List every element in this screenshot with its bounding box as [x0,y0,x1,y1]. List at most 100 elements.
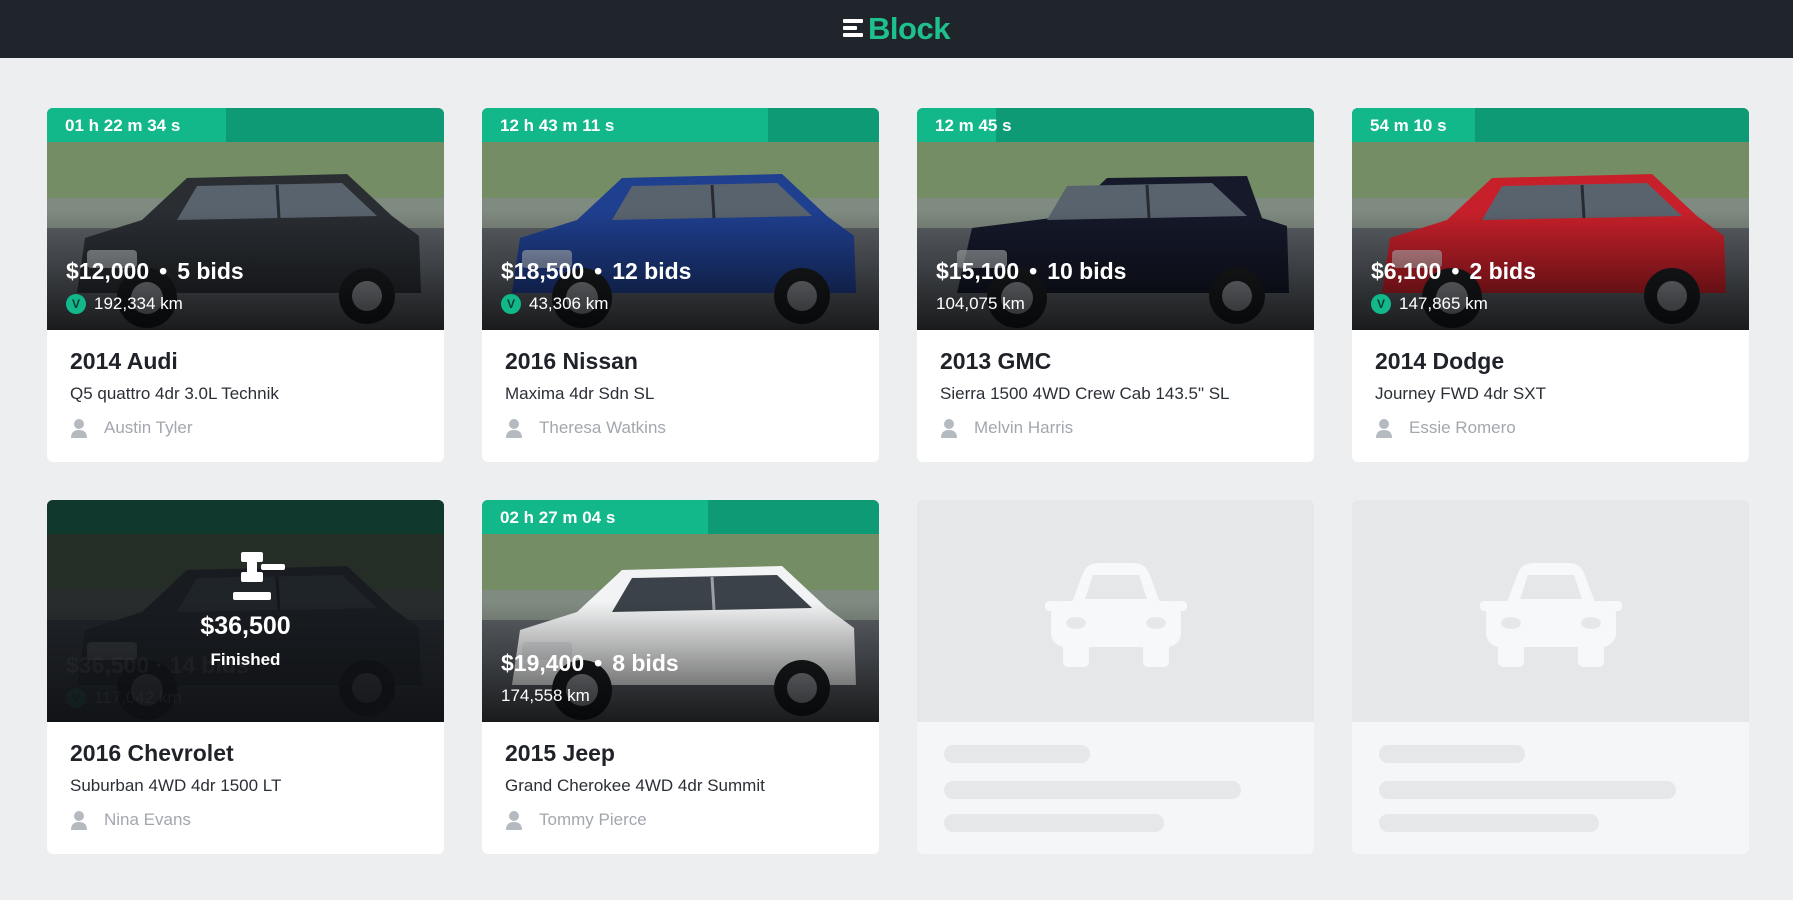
price-and-bids: $6,100 • 2 bids [1371,258,1536,285]
placeholder-line [1379,781,1676,799]
auction-timer-bar: 02 h 27 m 04 s [482,500,879,534]
bid-count: 12 bids [612,258,692,284]
verified-icon: V [501,294,521,314]
price-and-bids: $12,000 • 5 bids [66,258,244,285]
finished-label: Finished [210,650,281,669]
seller-name: Tommy Pierce [539,810,647,829]
separator-dot: • [594,650,603,676]
price-and-bids: $15,100 • 10 bids [936,258,1126,285]
person-icon [71,811,87,830]
listing-info: 2014 Audi Q5 quattro 4dr 3.0L Technik Au… [70,348,428,438]
listing-photo[interactable]: $36,500 · 14 bids V117,042 km $36,500 Fi… [47,500,444,722]
price-and-bids: $19,400 • 8 bids [501,650,679,677]
price-and-bids: $18,500 • 12 bids [501,258,691,285]
listing-title[interactable]: 2013 GMC [940,348,1298,375]
seller-name: Austin Tyler [104,418,193,437]
listing-title[interactable]: 2015 Jeep [505,740,863,767]
placeholder-card [917,500,1314,854]
listing-title[interactable]: 2014 Audi [70,348,428,375]
listing-model: Journey FWD 4dr SXT [1375,384,1546,403]
listing-card[interactable]: $36,500 · 14 bids V117,042 km $36,500 Fi… [47,500,444,854]
gavel-icon [233,552,285,600]
seller: Melvin Harris [940,418,1298,438]
person-icon [941,419,957,438]
placeholder-card [1352,500,1749,854]
listing-photo[interactable]: 12 h 43 m 11 s $18,500 • 12 bids V 43,306 … [482,108,879,330]
mileage: 174,558 km [501,686,590,706]
auction-timer-bar: 12 h 43 m 11 s [482,108,879,142]
auction-timer: 02 h 27 m 04 s [500,508,616,527]
listing-photo[interactable]: 12 m 45 s $15,100 • 10 bids 104,075 km [917,108,1314,330]
auction-timer-bar: 12 m 45 s [917,108,1314,142]
listing-card[interactable]: 12 m 45 s $15,100 • 10 bids 104,075 km 201… [917,108,1314,462]
listing-info: 2015 Jeep Grand Cherokee 4WD 4dr Summit … [505,740,863,830]
brand-logo[interactable]: Block [843,11,950,47]
listing-model: Grand Cherokee 4WD 4dr Summit [505,776,765,795]
listing-model: Sierra 1500 4WD Crew Cab 143.5" SL [940,384,1230,403]
placeholder-line [944,781,1241,799]
listing-model: Maxima 4dr Sdn SL [505,384,655,403]
placeholder-photo [917,500,1314,722]
placeholder-line [1379,814,1599,832]
seller: Nina Evans [70,810,428,830]
listing-photo[interactable]: 02 h 27 m 04 s $19,400 • 8 bids 174,558 km [482,500,879,722]
verified-icon: V [1371,294,1391,314]
current-price: $15,100 [936,258,1020,284]
bid-count: 2 bids [1469,258,1536,284]
mileage-value: 104,075 km [936,294,1025,313]
brand-name: Block [868,11,950,46]
finished-bar [47,500,444,534]
seller: Essie Romero [1375,418,1733,438]
listing-grid: 01 h 22 m 34 s $12,000 • 5 bids V 192,334 … [47,108,1749,854]
listing-model: Suburban 4WD 4dr 1500 LT [70,776,282,795]
bid-count: 8 bids [612,650,679,676]
mileage: V 192,334 km [66,294,183,314]
mileage-value: 192,334 km [94,294,183,313]
mileage: 104,075 km [936,294,1025,314]
mileage-value: 174,558 km [501,686,590,705]
auction-timer: 12 m 45 s [935,116,1012,135]
listing-title[interactable]: 2014 Dodge [1375,348,1733,375]
listing-card[interactable]: 01 h 22 m 34 s $12,000 • 5 bids V 192,334 … [47,108,444,462]
final-price: $36,500 [200,612,291,640]
current-price: $19,400 [501,650,585,676]
listing-info: 2016 Nissan Maxima 4dr Sdn SL Theresa Wa… [505,348,863,438]
top-bar: Block [0,0,1793,58]
seller-name: Melvin Harris [974,418,1074,437]
person-icon [1376,419,1392,438]
listing-info: 2014 Dodge Journey FWD 4dr SXT Essie Rom… [1375,348,1733,438]
listing-photo[interactable]: 01 h 22 m 34 s $12,000 • 5 bids V 192,334 … [47,108,444,330]
auction-timer-bar: 54 m 10 s [1352,108,1749,142]
separator-dot: • [159,258,168,284]
listing-photo[interactable]: 54 m 10 s $6,100 • 2 bids V 147,865 km [1352,108,1749,330]
separator-dot: • [594,258,603,284]
auction-timer: 01 h 22 m 34 s [65,116,181,135]
current-price: $18,500 [501,258,585,284]
seller: Tommy Pierce [505,810,863,830]
auction-timer: 12 h 43 m 11 s [500,116,615,135]
placeholder-line [1379,745,1525,763]
listing-card[interactable]: 02 h 27 m 04 s $19,400 • 8 bids 174,558 km… [482,500,879,854]
listing-info: 2013 GMC Sierra 1500 4WD Crew Cab 143.5"… [940,348,1298,438]
mileage: V 43,306 km [501,294,608,314]
seller: Theresa Watkins [505,418,863,438]
auction-timer-bar: 01 h 22 m 34 s [47,108,444,142]
car-placeholder-icon [1479,563,1622,667]
verified-icon: V [66,294,86,314]
listing-info: 2016 Chevrolet Suburban 4WD 4dr 1500 LT … [70,740,428,830]
current-price: $12,000 [66,258,150,284]
listing-card[interactable]: 12 h 43 m 11 s $18,500 • 12 bids V 43,306 … [482,108,879,462]
seller: Austin Tyler [70,418,428,438]
block-logo-icon [843,18,865,40]
separator-dot: • [1451,258,1460,284]
mileage-value: 43,306 km [529,294,609,313]
listing-card[interactable]: 54 m 10 s $6,100 • 2 bids V 147,865 km 201… [1352,108,1749,462]
listing-title[interactable]: 2016 Nissan [505,348,863,375]
person-icon [506,419,522,438]
seller-name: Essie Romero [1409,418,1516,437]
mileage: V 147,865 km [1371,294,1488,314]
listing-title[interactable]: 2016 Chevrolet [70,740,428,767]
bid-count: 10 bids [1047,258,1127,284]
seller-name: Nina Evans [104,810,191,829]
mileage-value: 147,865 km [1399,294,1488,313]
